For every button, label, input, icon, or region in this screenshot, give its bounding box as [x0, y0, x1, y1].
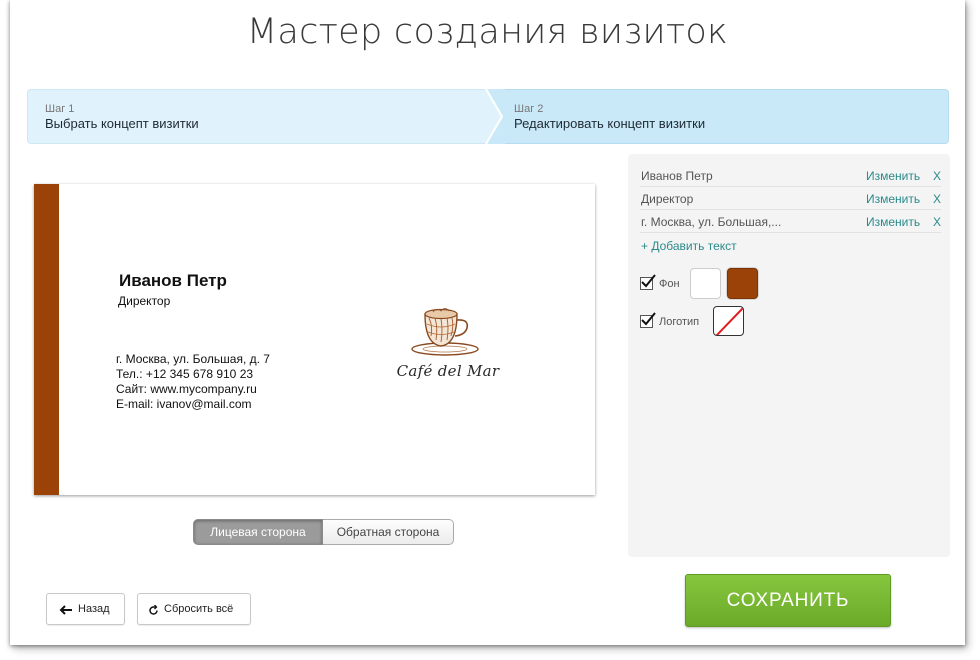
back-side-button[interactable]: Обратная сторона — [323, 519, 454, 545]
card-contacts[interactable]: г. Москва, ул. Большая, д. 7 Тел.: +12 3… — [116, 352, 270, 412]
card-side-toggle: Лицевая сторона Обратная сторона — [193, 519, 454, 545]
text-field-value: г. Москва, ул. Большая,... — [641, 215, 782, 229]
card-color-stripe — [34, 184, 59, 495]
step-arrow-divider — [485, 89, 505, 144]
refresh-icon — [149, 605, 158, 615]
logo-label: Логотип — [659, 316, 700, 328]
steps-bar: Шаг 1 Выбрать концепт визитки Шаг 2 Реда… — [27, 89, 949, 144]
background-checkbox[interactable] — [640, 274, 656, 290]
card-address: г. Москва, ул. Большая, д. 7 — [116, 352, 270, 366]
step-1-label: Выбрать концепт визитки — [45, 116, 199, 131]
checkmark-icon — [641, 312, 656, 326]
text-field-value: Иванов Петр — [641, 169, 713, 183]
card-site: Сайт: www.mycompany.ru — [116, 382, 257, 396]
add-text-link[interactable]: + Добавить текст — [641, 239, 737, 253]
background-color-white[interactable] — [690, 268, 721, 299]
text-field-row: Иванов Петр Изменить X — [640, 164, 941, 187]
reset-all-button[interactable]: Сбросить всё — [137, 593, 251, 625]
checkmark-icon — [641, 274, 656, 288]
card-email: E-mail: ivanov@mail.com — [116, 397, 252, 411]
no-color-slash-icon — [715, 307, 743, 335]
edit-link[interactable]: Изменить — [866, 169, 920, 183]
step-2-label: Редактировать концепт визитки — [514, 116, 706, 131]
remove-field-button[interactable]: X — [933, 169, 941, 183]
page-title: Мастер создания визиток — [246, 12, 729, 52]
remove-field-button[interactable]: X — [933, 215, 941, 229]
card-position[interactable]: Директор — [118, 294, 170, 308]
arrow-left-icon — [59, 605, 72, 615]
card-phone: Тел.: +12 345 678 910 23 — [116, 367, 254, 381]
background-label: Фон — [659, 278, 680, 290]
card-name[interactable]: Иванов Петр — [119, 271, 227, 291]
step-2[interactable]: Шаг 2 Редактировать концепт визитки — [487, 89, 949, 144]
text-field-row: г. Москва, ул. Большая,... Изменить X — [640, 210, 941, 233]
business-card-preview: Иванов Петр Директор г. Москва, ул. Боль… — [34, 184, 595, 495]
step-2-number: Шаг 2 — [514, 103, 544, 115]
reset-label: Сбросить всё — [164, 603, 234, 615]
remove-field-button[interactable]: X — [933, 192, 941, 206]
background-color-brown[interactable] — [727, 268, 758, 299]
text-field-row: Директор Изменить X — [640, 187, 941, 210]
logo-checkbox[interactable] — [640, 312, 656, 328]
front-side-button[interactable]: Лицевая сторона — [193, 519, 323, 545]
step-1-number: Шаг 1 — [45, 103, 75, 115]
no-logo-swatch[interactable] — [713, 306, 744, 336]
logo-text: Café del Mar — [396, 362, 500, 380]
edit-panel: Иванов Петр Изменить X Директор Изменить… — [628, 154, 950, 557]
back-button[interactable]: Назад — [46, 593, 125, 625]
save-button[interactable]: СОХРАНИТЬ — [685, 574, 891, 627]
back-label: Назад — [78, 603, 110, 615]
step-1[interactable]: Шаг 1 Выбрать концепт визитки — [27, 89, 502, 144]
edit-link[interactable]: Изменить — [866, 192, 920, 206]
edit-link[interactable]: Изменить — [866, 215, 920, 229]
text-field-value: Директор — [641, 192, 694, 206]
